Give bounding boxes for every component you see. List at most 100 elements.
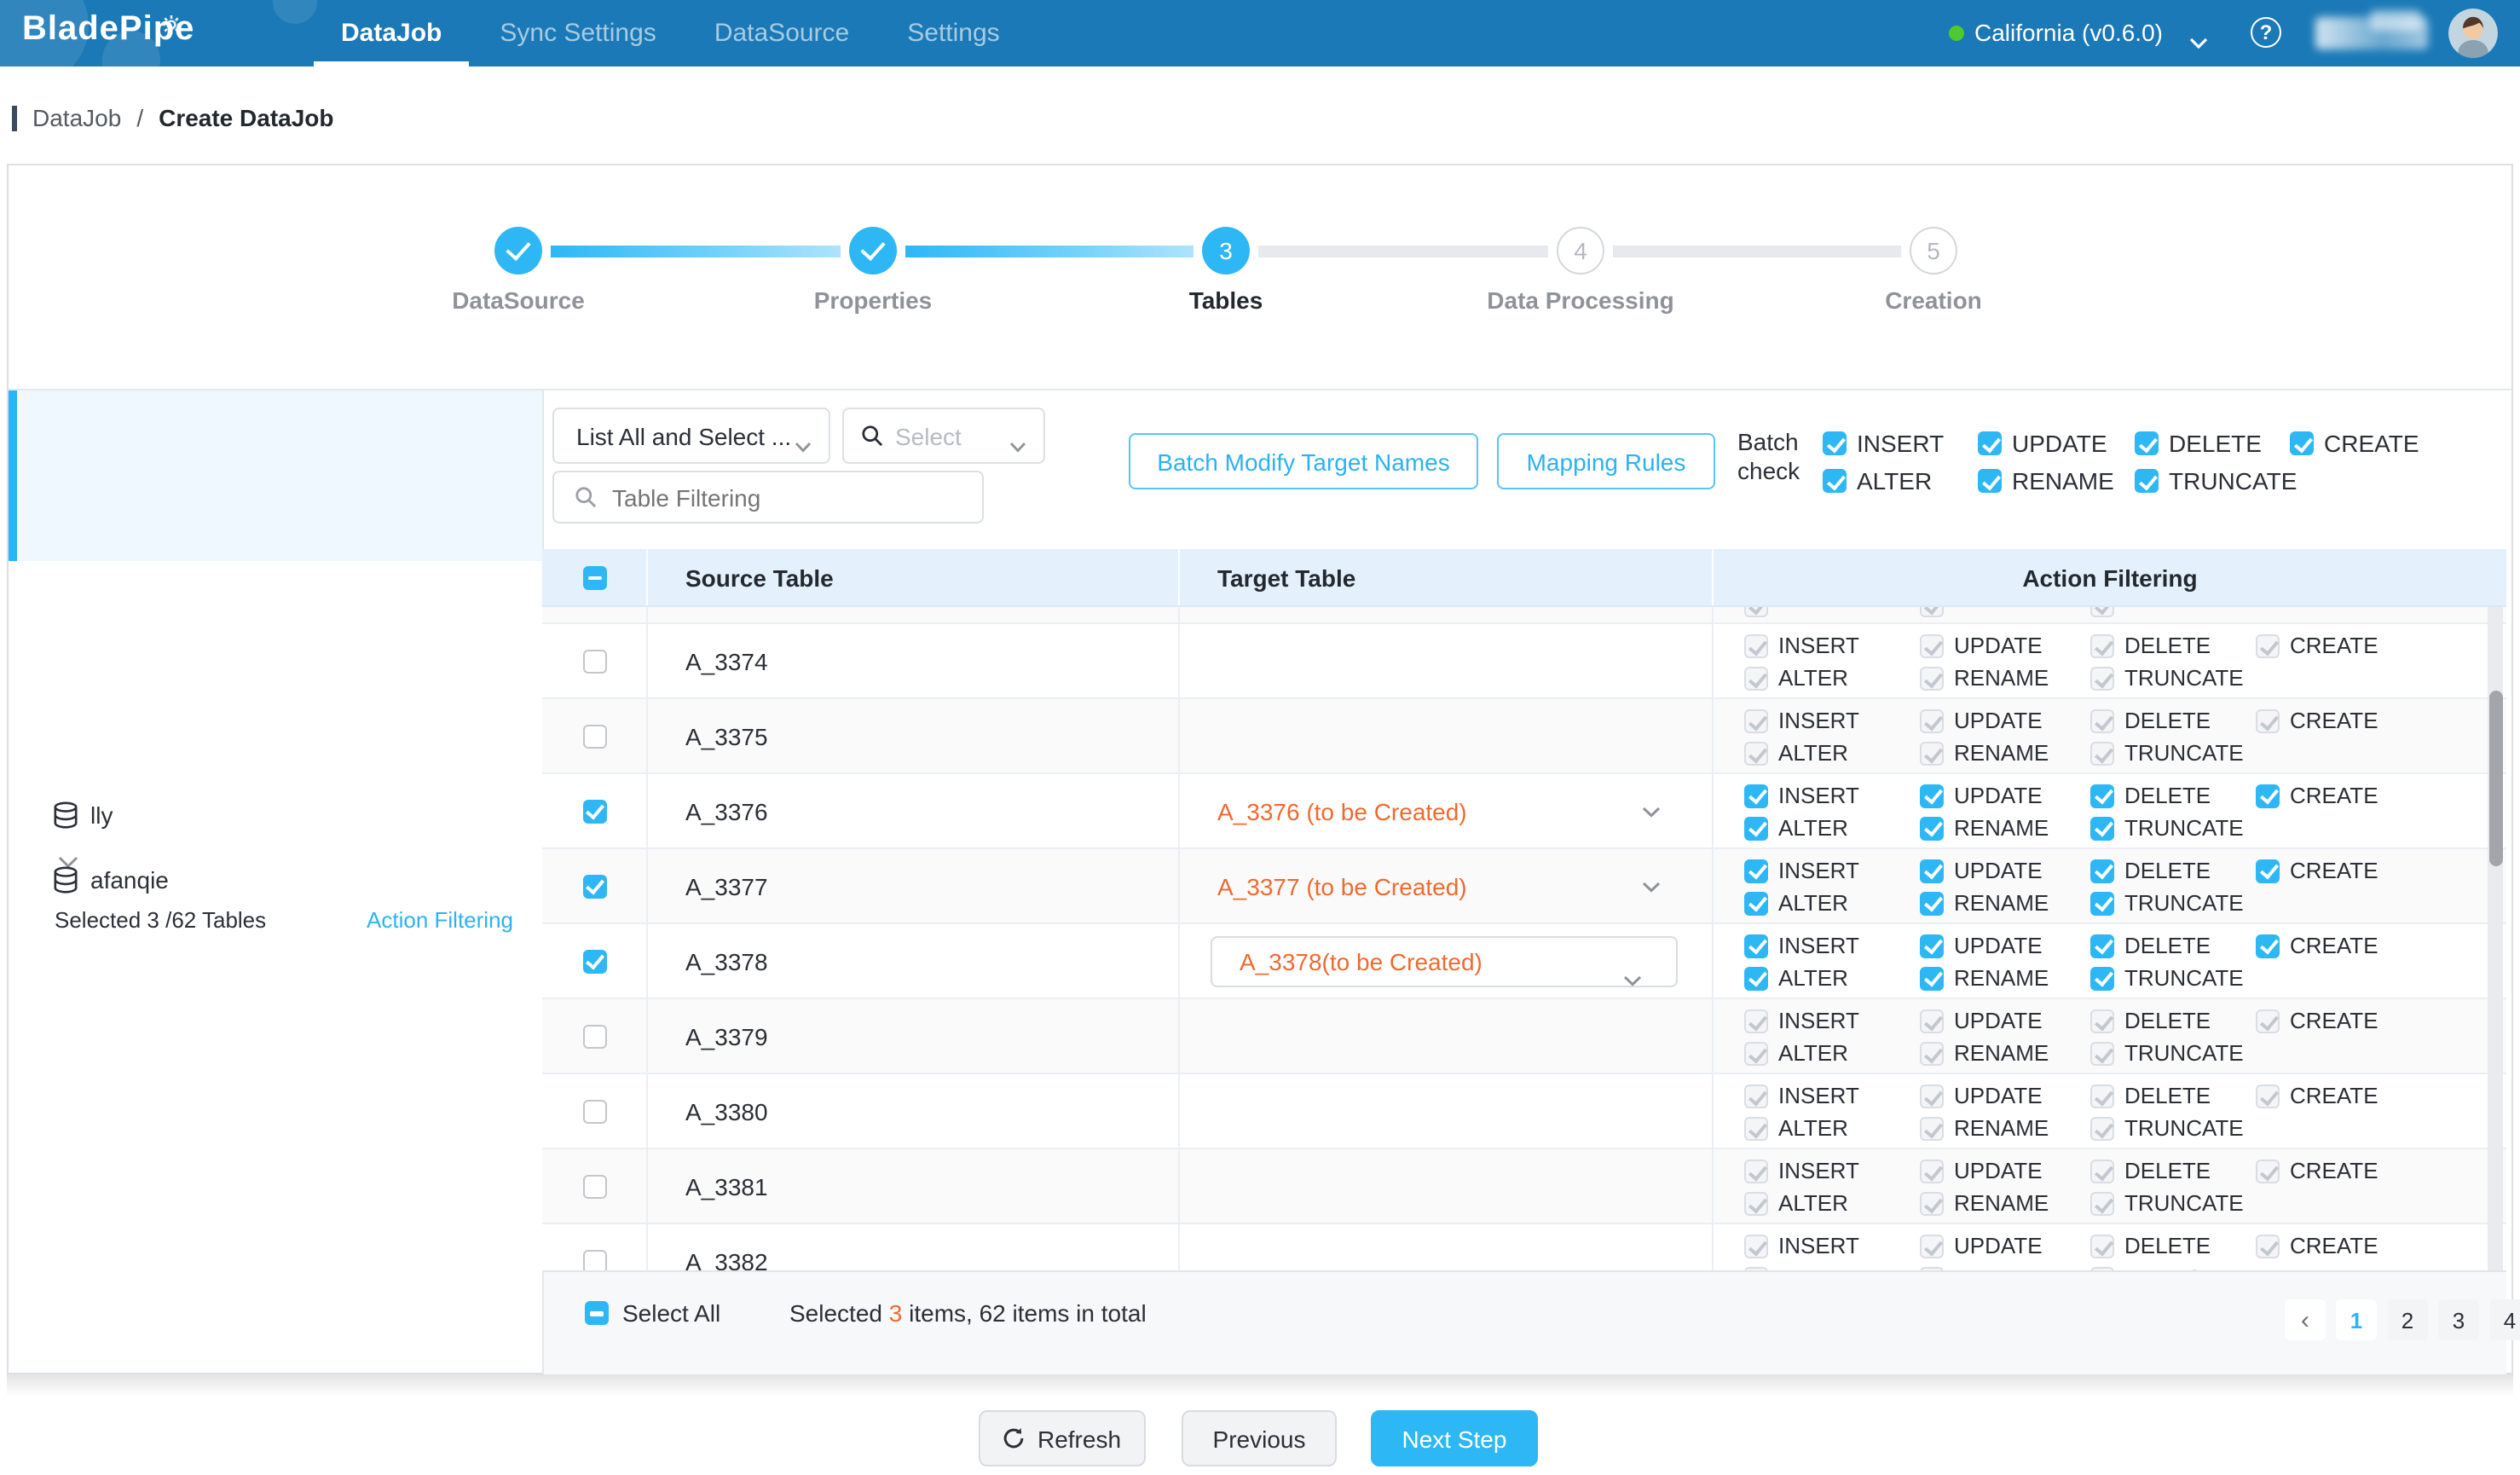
page-button-2[interactable]: 2 bbox=[2387, 1299, 2428, 1340]
action-checkbox-rename[interactable] bbox=[1920, 816, 1944, 840]
source-table-name: A_3382 bbox=[685, 1247, 768, 1270]
step4-circle: 4 bbox=[1557, 227, 1604, 275]
page-button-3[interactable]: 3 bbox=[2438, 1299, 2479, 1340]
action-checkbox-rename[interactable] bbox=[1920, 891, 1944, 915]
table-header: Source Table Target Table Action Filteri… bbox=[542, 549, 2506, 607]
table-row-partial bbox=[542, 607, 2506, 624]
action-filter-insert: INSERT bbox=[1744, 708, 1859, 733]
row-select-checkbox[interactable] bbox=[582, 649, 606, 673]
row-select-checkbox[interactable] bbox=[582, 1099, 606, 1123]
batch-modify-target-names-button[interactable]: Batch Modify Target Names bbox=[1129, 433, 1478, 489]
refresh-button[interactable]: Refresh bbox=[979, 1410, 1146, 1466]
action-filter-alter: ALTER bbox=[1744, 740, 1848, 766]
action-label: CREATE bbox=[2290, 933, 2378, 958]
action-label: TRUNCATE bbox=[2124, 740, 2244, 766]
row-select-checkbox[interactable] bbox=[582, 949, 606, 973]
nav-tab-datasource[interactable]: DataSource bbox=[714, 19, 849, 48]
active-tab-underline bbox=[314, 61, 469, 67]
breadcrumb-parent[interactable]: DataJob bbox=[32, 104, 121, 131]
sidebar-selected-datasource[interactable]: lly afanqie Selected 3 /62 Tables Action… bbox=[9, 390, 542, 561]
action-checkbox-delete[interactable] bbox=[2090, 859, 2114, 882]
action-checkbox-alter[interactable] bbox=[1744, 891, 1768, 915]
database-icon bbox=[53, 866, 78, 894]
action-checkbox-update[interactable] bbox=[1920, 934, 1944, 957]
region-version-label[interactable]: California (v0.6.0) bbox=[1974, 19, 2163, 46]
action-label: ALTER bbox=[1778, 890, 1848, 916]
select-all-label: Select All bbox=[622, 1299, 720, 1327]
chevron-down-icon[interactable] bbox=[1642, 871, 1661, 901]
action-filtering-link[interactable]: Action Filtering bbox=[367, 907, 513, 933]
avatar[interactable] bbox=[2448, 9, 2498, 58]
chevron-down-icon[interactable] bbox=[1642, 795, 1661, 826]
row-select-checkbox[interactable] bbox=[582, 799, 606, 823]
previous-button[interactable]: Previous bbox=[1182, 1410, 1337, 1466]
action-checkbox-alter[interactable] bbox=[1744, 966, 1768, 990]
chevron-down-icon[interactable] bbox=[2189, 27, 2208, 58]
selected-count: 3 bbox=[889, 1299, 903, 1327]
app-logo[interactable]: BladePipe bbox=[22, 10, 194, 49]
target-table-value[interactable]: A_3377 (to be Created) bbox=[1217, 872, 1467, 899]
prev-page-button[interactable]: ‹ bbox=[2285, 1299, 2326, 1340]
mapping-rules-button[interactable]: Mapping Rules bbox=[1497, 433, 1715, 489]
action-filter-truncate: TRUNCATE bbox=[2090, 665, 2244, 691]
action-filter-delete: DELETE bbox=[2090, 783, 2211, 808]
action-label: UPDATE bbox=[1954, 708, 2043, 733]
action-filter-alter: ALTER bbox=[1744, 1115, 1848, 1141]
action-checkbox-create[interactable] bbox=[2256, 934, 2280, 957]
action-filter-delete: DELETE bbox=[2090, 708, 2211, 733]
action-label: DELETE bbox=[2124, 1008, 2211, 1033]
nav-tab-datajob[interactable]: DataJob bbox=[341, 19, 442, 48]
column-select[interactable]: Select bbox=[842, 408, 1045, 464]
batch-checkbox-alter[interactable] bbox=[1823, 469, 1847, 493]
action-checkbox-insert[interactable] bbox=[1744, 934, 1768, 957]
nav-tab-sync-settings[interactable]: Sync Settings bbox=[500, 19, 656, 48]
row-select-checkbox[interactable] bbox=[582, 724, 606, 748]
action-checkbox-insert[interactable] bbox=[1744, 859, 1768, 882]
action-checkbox-delete[interactable] bbox=[2090, 934, 2114, 957]
nav-tab-settings[interactable]: Settings bbox=[907, 19, 999, 48]
row-select-checkbox[interactable] bbox=[582, 874, 606, 898]
row-select-checkbox[interactable] bbox=[582, 1174, 606, 1198]
scrollbar-thumb[interactable] bbox=[2488, 691, 2502, 866]
page-button-4[interactable]: 4 bbox=[2489, 1299, 2520, 1340]
target-table-select[interactable]: A_3378(to be Created) bbox=[1211, 936, 1678, 987]
batch-checkbox-rename[interactable] bbox=[1978, 469, 2002, 493]
action-checkbox-create[interactable] bbox=[2256, 859, 2280, 882]
action-label: RENAME bbox=[1954, 965, 2049, 991]
action-filter-alter: ALTER bbox=[1744, 1040, 1848, 1066]
select-all-checkbox[interactable] bbox=[585, 1301, 609, 1325]
batch-checkbox-update[interactable] bbox=[1978, 431, 2002, 455]
select-all-header-checkbox[interactable] bbox=[582, 565, 606, 589]
batch-checkbox-truncate[interactable] bbox=[2135, 469, 2159, 493]
batch-checkbox-delete[interactable] bbox=[2135, 431, 2159, 455]
action-checkbox-insert[interactable] bbox=[1744, 784, 1768, 807]
target-table-value[interactable]: A_3376 (to be Created) bbox=[1217, 797, 1467, 824]
help-icon[interactable]: ? bbox=[2251, 17, 2281, 48]
action-label: DELETE bbox=[2124, 708, 2211, 733]
row-select-checkbox[interactable] bbox=[582, 1024, 606, 1048]
action-filter-truncate: TRUNCATE bbox=[2090, 965, 2244, 991]
action-filter-alter: ALTER bbox=[1744, 665, 1848, 691]
batch-checkbox-insert[interactable] bbox=[1823, 431, 1847, 455]
row-select-checkbox[interactable] bbox=[582, 1249, 606, 1270]
action-checkbox-rename bbox=[1920, 666, 1944, 690]
refresh-icon bbox=[1003, 1427, 1026, 1449]
action-checkbox-truncate[interactable] bbox=[2090, 891, 2114, 915]
action-checkbox-create[interactable] bbox=[2256, 784, 2280, 807]
batch-checkbox-create[interactable] bbox=[2290, 431, 2314, 455]
action-checkbox-update[interactable] bbox=[1920, 784, 1944, 807]
action-checkbox-delete[interactable] bbox=[2090, 784, 2114, 807]
action-checkbox-alter[interactable] bbox=[1744, 816, 1768, 840]
table-filter-input[interactable] bbox=[609, 482, 957, 512]
list-mode-select[interactable]: List All and Select ... bbox=[552, 408, 830, 464]
action-label: ALTER bbox=[1778, 815, 1848, 841]
action-label: TRUNCATE bbox=[2124, 965, 2244, 991]
action-checkbox-truncate[interactable] bbox=[2090, 966, 2114, 990]
action-checkbox-truncate[interactable] bbox=[2090, 816, 2114, 840]
action-checkbox-rename[interactable] bbox=[1920, 966, 1944, 990]
next-step-button[interactable]: Next Step bbox=[1371, 1410, 1538, 1466]
action-label: INSERT bbox=[1778, 1008, 1859, 1033]
action-checkbox-truncate bbox=[2090, 741, 2114, 765]
page-button-1[interactable]: 1 bbox=[2336, 1299, 2377, 1340]
action-checkbox-update[interactable] bbox=[1920, 859, 1944, 882]
